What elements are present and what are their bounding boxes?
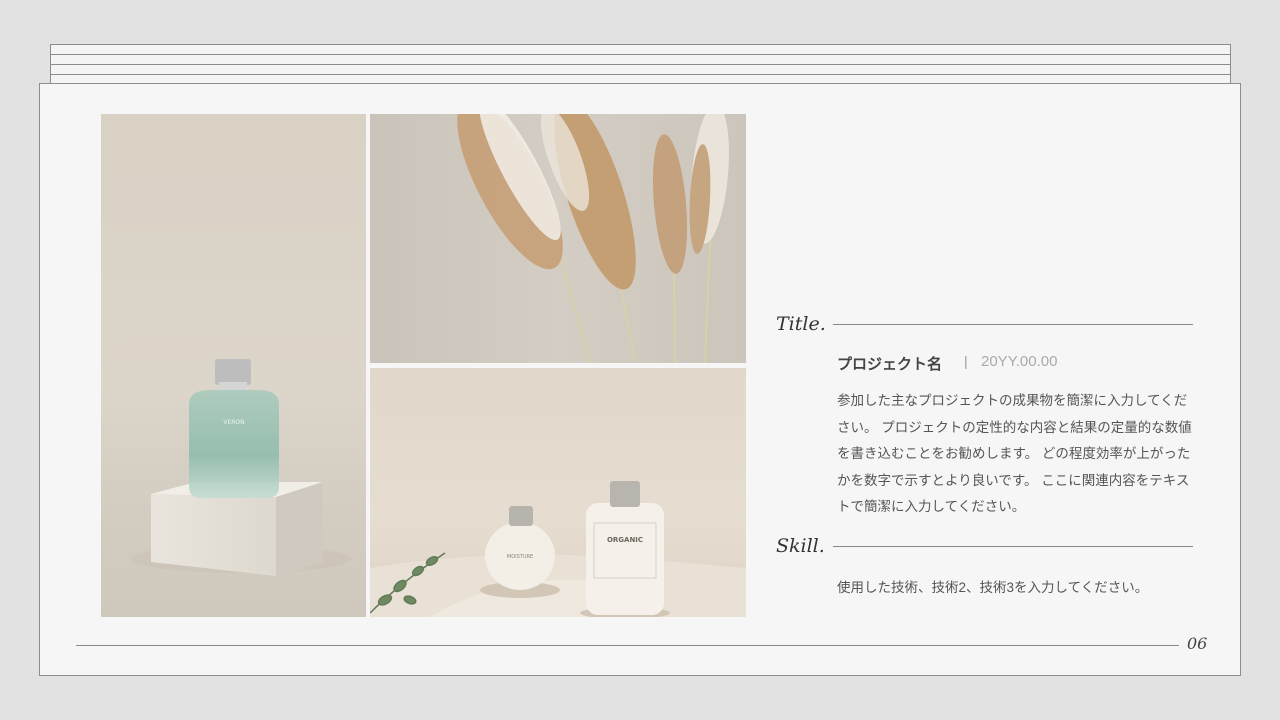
page-number: 06 [1187, 634, 1208, 653]
skill-heading: Skill. [776, 535, 825, 557]
pampas-grass-photo [370, 114, 746, 363]
jar-label: MOISTURE [507, 554, 533, 560]
portfolio-page: VERON MOISTURE ORGANIC Title. プロジェクト名 | … [39, 83, 1241, 676]
project-date: 20YY.00.00 [981, 353, 1058, 370]
perfume-bottle-illustration: VERON [131, 359, 351, 576]
footer-rule [76, 645, 1179, 646]
organic-label: ORGANIC [607, 536, 643, 544]
skill-description: 使用した技術、技術2、技術3を入力してください。 [837, 580, 1149, 595]
organic-products-photo: MOISTURE ORGANIC [370, 368, 746, 617]
project-separator: | [964, 353, 968, 369]
title-rule [833, 324, 1193, 325]
pampas-grass-illustration [457, 114, 729, 363]
project-name: プロジェクト名 [837, 356, 943, 373]
bottle-label: VERON [223, 419, 244, 426]
perfume-bottle-photo: VERON [101, 114, 366, 617]
skill-rule [833, 546, 1193, 547]
project-description: 参加した主なプロジェクトの成果物を簡潔に入力してください。 プロジェクトの定性的… [837, 393, 1192, 514]
organic-products-illustration: MOISTURE ORGANIC [370, 481, 746, 617]
title-heading: Title. [776, 313, 826, 335]
